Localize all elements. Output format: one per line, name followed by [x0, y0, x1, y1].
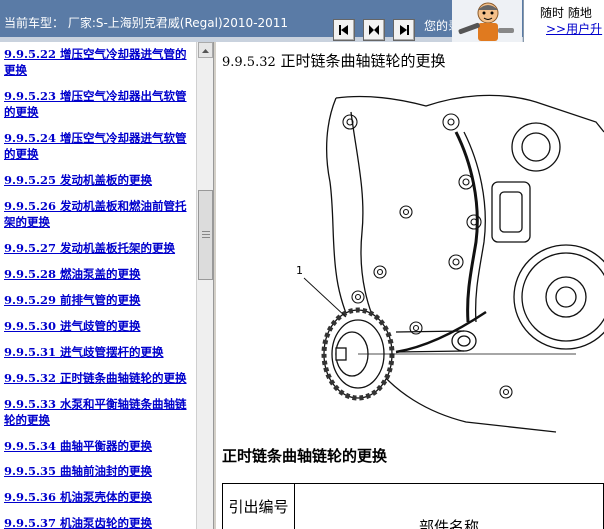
scroll-up-arrow-icon — [202, 49, 209, 53]
callout-number-header: 引出编号 — [222, 483, 295, 529]
section-number: 9.9.5.32 — [222, 55, 276, 70]
promo-text: 随时 随地 — [540, 6, 592, 20]
toc-item[interactable]: 9.9.5.31 进气歧管摆杆的更换 — [4, 344, 194, 360]
toc-item[interactable]: 9.9.5.34 曲轴平衡器的更换 — [4, 438, 194, 454]
engine-timing-diagram: 1 — [296, 94, 604, 433]
current-vehicle-label: 当前车型： 厂家:S-上海别克君威(Regal)2010-2011 — [4, 17, 289, 30]
toc-item[interactable]: 9.9.5.28 燃油泵盖的更换 — [4, 266, 194, 282]
toc-item[interactable]: 9.9.5.37 机油泵齿轮的更换 — [4, 515, 194, 529]
section-title: 正时链条曲轴链轮的更换 — [280, 52, 446, 70]
top-bar: 当前车型： 厂家:S-上海别克君威(Regal)2010-2011 您的录 — [0, 0, 604, 42]
toc-item[interactable]: 9.9.5.32 正时链条曲轴链轮的更换 — [4, 370, 194, 386]
home-button[interactable] — [363, 19, 385, 41]
toc-item[interactable]: 9.9.5.25 发动机盖板的更换 — [4, 172, 194, 188]
toc-item[interactable]: 9.9.5.26 发动机盖板和燃油前管托架的更换 — [4, 198, 194, 230]
next-page-button[interactable] — [393, 19, 415, 41]
parts-table: 引出编号 部件名称 — [222, 483, 604, 529]
home-icon — [369, 25, 379, 35]
page-title: 9.9.5.32 正时链条曲轴链轮的更换 — [222, 50, 446, 71]
part-name-header: 部件名称 — [294, 483, 604, 529]
mascot-icon — [452, 0, 522, 42]
previous-page-icon — [339, 25, 348, 35]
toc-item[interactable]: 9.9.5.36 机油泵壳体的更换 — [4, 489, 194, 505]
promo-panel: 随时 随地 >>用户升 — [523, 0, 604, 42]
scroll-thumb[interactable] — [198, 190, 213, 280]
app-window: 当前车型： 厂家:S-上海别克君威(Regal)2010-2011 您的录 — [0, 0, 604, 529]
figure-callout-1: 1 — [296, 264, 303, 277]
toc-item[interactable]: 9.9.5.22 增压空气冷却器进气管的更换 — [4, 46, 194, 78]
mascot-graphic — [452, 0, 522, 42]
toc-scrollbar[interactable] — [196, 42, 213, 529]
content-pane: 9.9.5.32 正时链条曲轴链轮的更换 1 正时链条曲轴链轮的更换 引出编号 … — [216, 42, 604, 529]
user-upgrade-link[interactable]: >>用户升 — [546, 20, 602, 37]
section-subheading: 正时链条曲轴链轮的更换 — [222, 447, 388, 465]
previous-page-button[interactable] — [333, 19, 355, 41]
toc-item[interactable]: 9.9.5.35 曲轴前油封的更换 — [4, 463, 194, 479]
scroll-up-button[interactable] — [198, 42, 213, 58]
toc-sidebar: 9.9.5.22 增压空气冷却器进气管的更换 9.9.5.23 增压空气冷却器出气… — [0, 42, 213, 529]
toc-item[interactable]: 9.9.5.24 增压空气冷却器进气软管的更换 — [4, 130, 194, 162]
toc-item[interactable]: 9.9.5.33 水泵和平衡轴链条曲轴链轮的更换 — [4, 396, 194, 428]
toc-item[interactable]: 9.9.5.30 进气歧管的更换 — [4, 318, 194, 334]
login-status-text: 您的录 — [424, 19, 454, 33]
toc-item[interactable]: 9.9.5.27 发动机盖板托架的更换 — [4, 240, 194, 256]
next-page-icon — [400, 25, 409, 35]
toc-item[interactable]: 9.9.5.29 前排气管的更换 — [4, 292, 194, 308]
toc-item[interactable]: 9.9.5.23 增压空气冷却器出气软管的更换 — [4, 88, 194, 120]
